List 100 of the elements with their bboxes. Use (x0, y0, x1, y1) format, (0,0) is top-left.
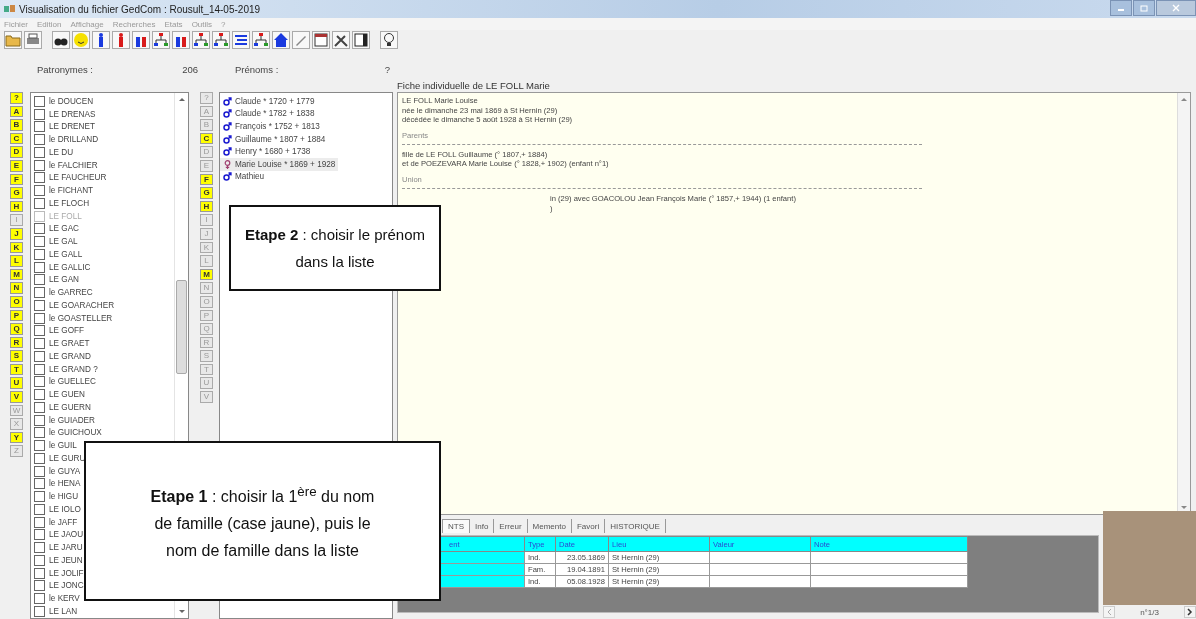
surname-item[interactable]: LE GAC (31, 222, 82, 236)
surname-item[interactable]: le FICHANT (31, 184, 96, 197)
letter-button[interactable]: M (10, 268, 23, 281)
checkbox[interactable] (34, 121, 45, 133)
checkbox[interactable] (34, 529, 45, 541)
surname-item[interactable]: le GUIADER (31, 413, 97, 427)
letter-button[interactable]: H (10, 200, 23, 213)
list-icon[interactable] (232, 31, 250, 49)
checkbox[interactable] (34, 516, 45, 528)
letter-button[interactable]: J (10, 227, 23, 240)
firstname-item[interactable]: Marie Louise * 1869 + 1928 (220, 157, 339, 171)
tree-icon[interactable] (252, 31, 270, 49)
checkbox[interactable] (34, 108, 45, 120)
letter-button[interactable]: G (200, 187, 213, 199)
firstname-item[interactable]: Guillaume * 1807 + 1884 (220, 132, 392, 146)
surname-item[interactable]: le JAFF (31, 515, 80, 529)
checkbox[interactable] (34, 605, 45, 617)
letter-button[interactable]: U (10, 377, 23, 390)
surname-item[interactable]: LE GUEN (31, 388, 87, 401)
tab[interactable]: Memento (527, 519, 572, 533)
firstname-item[interactable]: Claude * 1782 + 1838 (220, 107, 392, 121)
letter-button[interactable]: N (10, 282, 23, 294)
firstname-item[interactable]: Claude * 1720 + 1779 (220, 95, 392, 108)
scroll-down-icon[interactable] (177, 609, 186, 615)
calendar-icon[interactable] (312, 31, 330, 49)
surname-item[interactable]: LE IOLO (31, 503, 83, 516)
checkbox[interactable] (34, 427, 45, 439)
surname-item[interactable]: LE GOFF (31, 324, 87, 338)
checkbox[interactable] (34, 401, 45, 413)
letter-button[interactable]: Q (10, 323, 23, 335)
folder-icon[interactable] (4, 31, 22, 49)
checkbox[interactable] (34, 274, 45, 286)
checkbox[interactable] (34, 261, 45, 273)
checkbox[interactable] (34, 299, 45, 311)
letter-button[interactable]: C (200, 132, 213, 145)
checkbox[interactable] (34, 185, 45, 197)
printer-icon[interactable] (24, 31, 42, 49)
surname-item[interactable]: LE FAUCHEUR (31, 171, 109, 185)
surname-item[interactable]: LE JEUN (31, 554, 85, 567)
checkbox[interactable] (34, 580, 45, 592)
surname-item[interactable]: LE FLOCH (31, 197, 92, 210)
scroll-up-icon[interactable] (177, 96, 186, 102)
surname-item[interactable]: LE DRENET (31, 120, 97, 134)
checkbox[interactable] (34, 350, 45, 362)
letter-button[interactable]: D (10, 146, 23, 158)
scroll-up-icon[interactable] (1180, 96, 1188, 102)
surname-item[interactable]: le GUICHOUX (31, 426, 104, 440)
binoculars-icon[interactable] (52, 31, 70, 49)
lightbulb-icon[interactable] (380, 31, 398, 49)
letter-button[interactable]: O (10, 295, 23, 308)
surname-item[interactable]: LE JOLIF (31, 566, 86, 580)
letter-button[interactable]: A (10, 105, 23, 118)
letter-button[interactable]: M (200, 268, 213, 281)
checkbox[interactable] (34, 389, 45, 401)
firstname-item[interactable]: François * 1752 + 1813 (220, 120, 392, 133)
surname-item[interactable]: le GUELLEC (31, 375, 98, 389)
letter-button[interactable]: ? (10, 92, 23, 104)
tab[interactable]: Erreur (494, 519, 528, 533)
checkbox[interactable] (34, 491, 45, 503)
surname-item[interactable]: le GOASTELLER (31, 311, 115, 325)
checkbox[interactable] (34, 236, 45, 248)
tab[interactable]: Favori (571, 519, 606, 533)
surname-item[interactable]: LE JAOU (31, 528, 86, 542)
surname-item[interactable]: LE JARU (31, 541, 85, 554)
person-icon[interactable] (112, 31, 130, 49)
checkbox[interactable] (34, 159, 45, 171)
minimize-button[interactable] (1110, 0, 1132, 16)
surname-item[interactable]: LE GALLIC (31, 260, 93, 274)
surname-item[interactable]: le KERV (31, 592, 82, 605)
surname-item[interactable]: LE GOARACHER (31, 299, 117, 312)
surname-item[interactable]: le DOUCEN (31, 95, 96, 108)
checkbox[interactable] (34, 248, 45, 260)
firstname-item[interactable]: Henry * 1680 + 1738 (220, 145, 392, 158)
checkbox[interactable] (34, 197, 45, 209)
surname-item[interactable]: LE GAN (31, 273, 82, 287)
checkbox[interactable] (34, 414, 45, 426)
checkbox[interactable] (34, 542, 45, 554)
checkbox[interactable] (34, 134, 45, 146)
letter-button[interactable]: C (10, 132, 23, 145)
letter-button[interactable]: F (200, 173, 213, 186)
checkbox[interactable] (34, 503, 45, 515)
surname-item[interactable]: LE JONC (31, 579, 86, 593)
surname-item[interactable]: le GARREC (31, 286, 95, 299)
letter-button[interactable]: Y (10, 431, 23, 444)
surname-item[interactable]: le HENA (31, 477, 83, 491)
checkbox[interactable] (34, 376, 45, 388)
letter-button[interactable]: B (10, 119, 23, 131)
letter-button[interactable]: K (10, 241, 23, 254)
letter-button[interactable]: V (10, 391, 23, 403)
tab[interactable]: HISTORIQUE (605, 519, 666, 533)
checkbox[interactable] (34, 146, 45, 158)
letter-button[interactable]: R (10, 336, 23, 349)
letter-button[interactable]: G (10, 187, 23, 199)
checkbox[interactable] (34, 465, 45, 477)
tab[interactable]: NTS (442, 519, 470, 533)
tree-icon[interactable] (192, 31, 210, 49)
surname-item[interactable]: le GUIL (31, 439, 79, 452)
checkbox[interactable] (34, 95, 45, 107)
person-icon[interactable] (92, 31, 110, 49)
checkbox[interactable] (34, 223, 45, 235)
